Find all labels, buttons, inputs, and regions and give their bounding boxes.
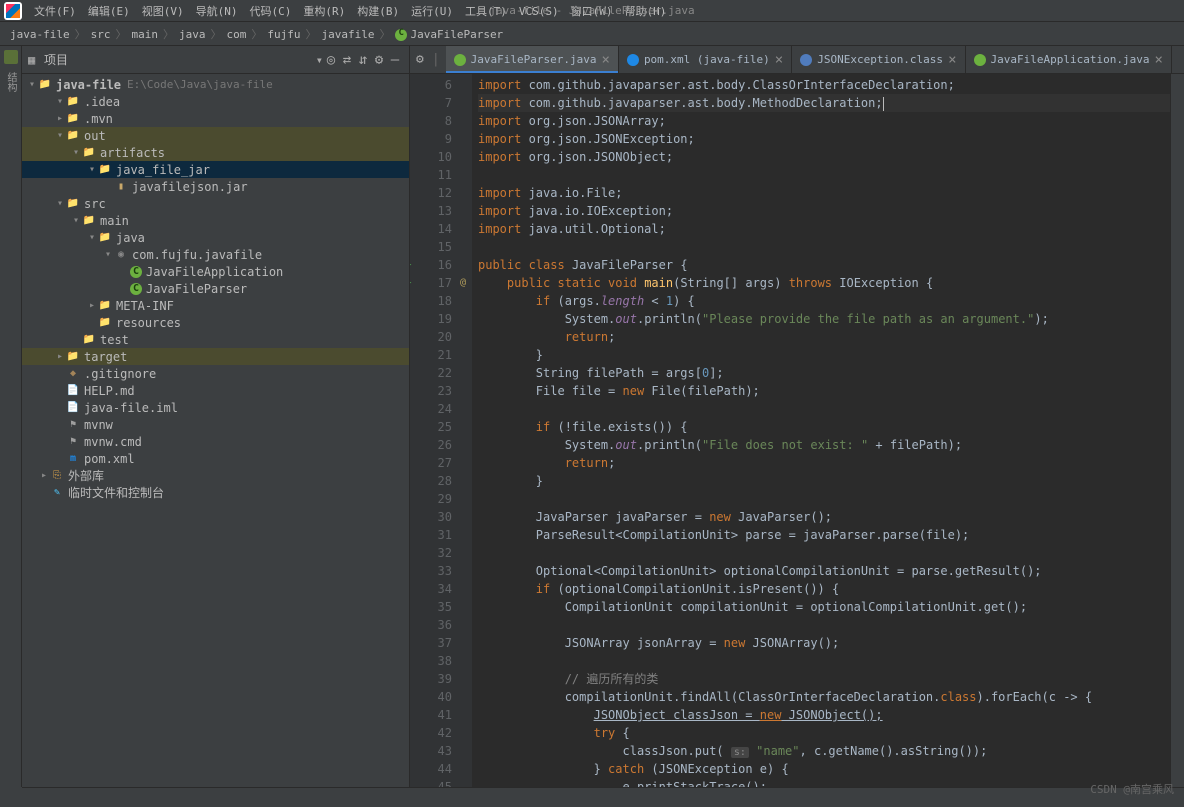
close-icon[interactable]: × [775, 52, 783, 68]
editor-tabs: ⚙ | JavaFileParser.java×pom.xml (java-fi… [410, 46, 1184, 74]
breadcrumb-item[interactable]: JavaFileParser [393, 28, 505, 41]
tree-item[interactable]: ⚑mvnw [22, 416, 409, 433]
tree-item[interactable]: ▾◉com.fujfu.javafile [22, 246, 409, 263]
fold-strip[interactable] [458, 74, 472, 807]
tree-item[interactable]: ▸📁META-INF [22, 297, 409, 314]
sidebar-header: ▦ 项目 ▾ ◎ ⇄ ⇵ ⚙ — [22, 46, 409, 74]
tree-item[interactable]: ▸⎘外部库 [22, 467, 409, 484]
expand-icon[interactable]: ⇄ [339, 52, 355, 68]
code-content[interactable]: import com.github.javaparser.ast.body.Cl… [472, 74, 1170, 807]
editor-tab[interactable]: pom.xml (java-file)× [619, 46, 792, 73]
left-tool-strip: 结构 [0, 46, 22, 807]
window-title: java-file - JavaFileParser.java [489, 4, 694, 17]
tree-item[interactable]: 📄HELP.md [22, 382, 409, 399]
breadcrumb-item[interactable]: src [89, 28, 113, 41]
code-area[interactable]: 678910111213141516▶17▶@18192021222324252… [410, 74, 1184, 807]
breadcrumb-item[interactable]: main [129, 28, 160, 41]
status-bar [22, 787, 1184, 807]
breadcrumb-item[interactable]: com [224, 28, 248, 41]
tree-item[interactable]: ▾📁out [22, 127, 409, 144]
tool-gear-icon[interactable]: ⚙ [416, 52, 424, 67]
tree-item[interactable]: mpom.xml [22, 450, 409, 467]
tree-item[interactable]: ▾📁main [22, 212, 409, 229]
close-icon[interactable]: × [602, 52, 610, 68]
tree-root[interactable]: ▾📁java-fileE:\Code\Java\java-file [22, 76, 409, 93]
editor-tab[interactable]: JavaFileApplication.java× [966, 46, 1172, 73]
breadcrumb-item[interactable]: java-file [8, 28, 72, 41]
tree-item[interactable]: ✎临时文件和控制台 [22, 484, 409, 501]
app-logo-icon [4, 2, 22, 20]
collapse-icon[interactable]: ⇵ [355, 52, 371, 68]
close-icon[interactable]: × [948, 52, 956, 68]
menu-item[interactable]: 编辑(E) [82, 3, 136, 20]
project-sidebar: ▦ 项目 ▾ ◎ ⇄ ⇵ ⚙ — ▾📁java-fileE:\Code\Java… [22, 46, 410, 807]
project-tree[interactable]: ▾📁java-fileE:\Code\Java\java-file▾📁.idea… [22, 74, 409, 807]
breadcrumb-item[interactable]: java [177, 28, 208, 41]
tree-item[interactable]: ◆.gitignore [22, 365, 409, 382]
project-tool-icon[interactable] [4, 50, 18, 64]
project-icon: ▦ [28, 53, 44, 67]
menu-item[interactable]: 文件(F) [28, 3, 82, 20]
menu-item[interactable]: 构建(B) [351, 3, 405, 20]
tree-item[interactable]: ▸📁target [22, 348, 409, 365]
chevron-down-icon[interactable]: ▾ [316, 53, 323, 67]
breadcrumb-item[interactable]: javafile [319, 28, 376, 41]
tree-item[interactable]: ▮javafilejson.jar [22, 178, 409, 195]
tree-item[interactable]: ▾📁artifacts [22, 144, 409, 161]
sidebar-title: 项目 [44, 51, 316, 68]
watermark: CSDN @南宫乘风 [1090, 781, 1174, 797]
tree-item[interactable]: ▾📁.idea [22, 93, 409, 110]
tree-item[interactable]: 📄java-file.iml [22, 399, 409, 416]
structure-tool-label[interactable]: 结构 [3, 72, 18, 92]
editor-tab[interactable]: JavaFileParser.java× [446, 46, 619, 73]
breadcrumb-item[interactable]: fujfu [265, 28, 302, 41]
menu-item[interactable]: 视图(V) [136, 3, 190, 20]
tree-item[interactable]: 📁test [22, 331, 409, 348]
tree-item[interactable]: CJavaFileParser [22, 280, 409, 297]
tree-item[interactable]: ▾📁java [22, 229, 409, 246]
tree-item[interactable]: ▾📁java_file_jar [22, 161, 409, 178]
tree-item[interactable]: ▸📁.mvn [22, 110, 409, 127]
menu-item[interactable]: 运行(U) [405, 3, 459, 20]
tree-item[interactable]: ▾📁src [22, 195, 409, 212]
menubar: 文件(F)编辑(E)视图(V)导航(N)代码(C)重构(R)构建(B)运行(U)… [0, 0, 1184, 22]
error-strip[interactable] [1170, 74, 1184, 807]
menu-item[interactable]: 代码(C) [244, 3, 298, 20]
tree-item[interactable]: 📁resources [22, 314, 409, 331]
menu-item[interactable]: 导航(N) [190, 3, 244, 20]
tree-item[interactable]: CJavaFileApplication [22, 263, 409, 280]
menu-item[interactable]: 重构(R) [297, 3, 351, 20]
close-icon[interactable]: × [1154, 52, 1162, 68]
line-gutter[interactable]: 678910111213141516▶17▶@18192021222324252… [410, 74, 458, 807]
hide-icon[interactable]: — [387, 52, 403, 68]
editor-pane: ⚙ | JavaFileParser.java×pom.xml (java-fi… [410, 46, 1184, 807]
gear-icon[interactable]: ⚙ [371, 52, 387, 68]
breadcrumbs[interactable]: java-file〉src〉main〉java〉com〉fujfu〉javafi… [0, 22, 1184, 46]
tree-item[interactable]: ⚑mvnw.cmd [22, 433, 409, 450]
target-icon[interactable]: ◎ [323, 52, 339, 68]
editor-tab[interactable]: JSONException.class× [792, 46, 965, 73]
